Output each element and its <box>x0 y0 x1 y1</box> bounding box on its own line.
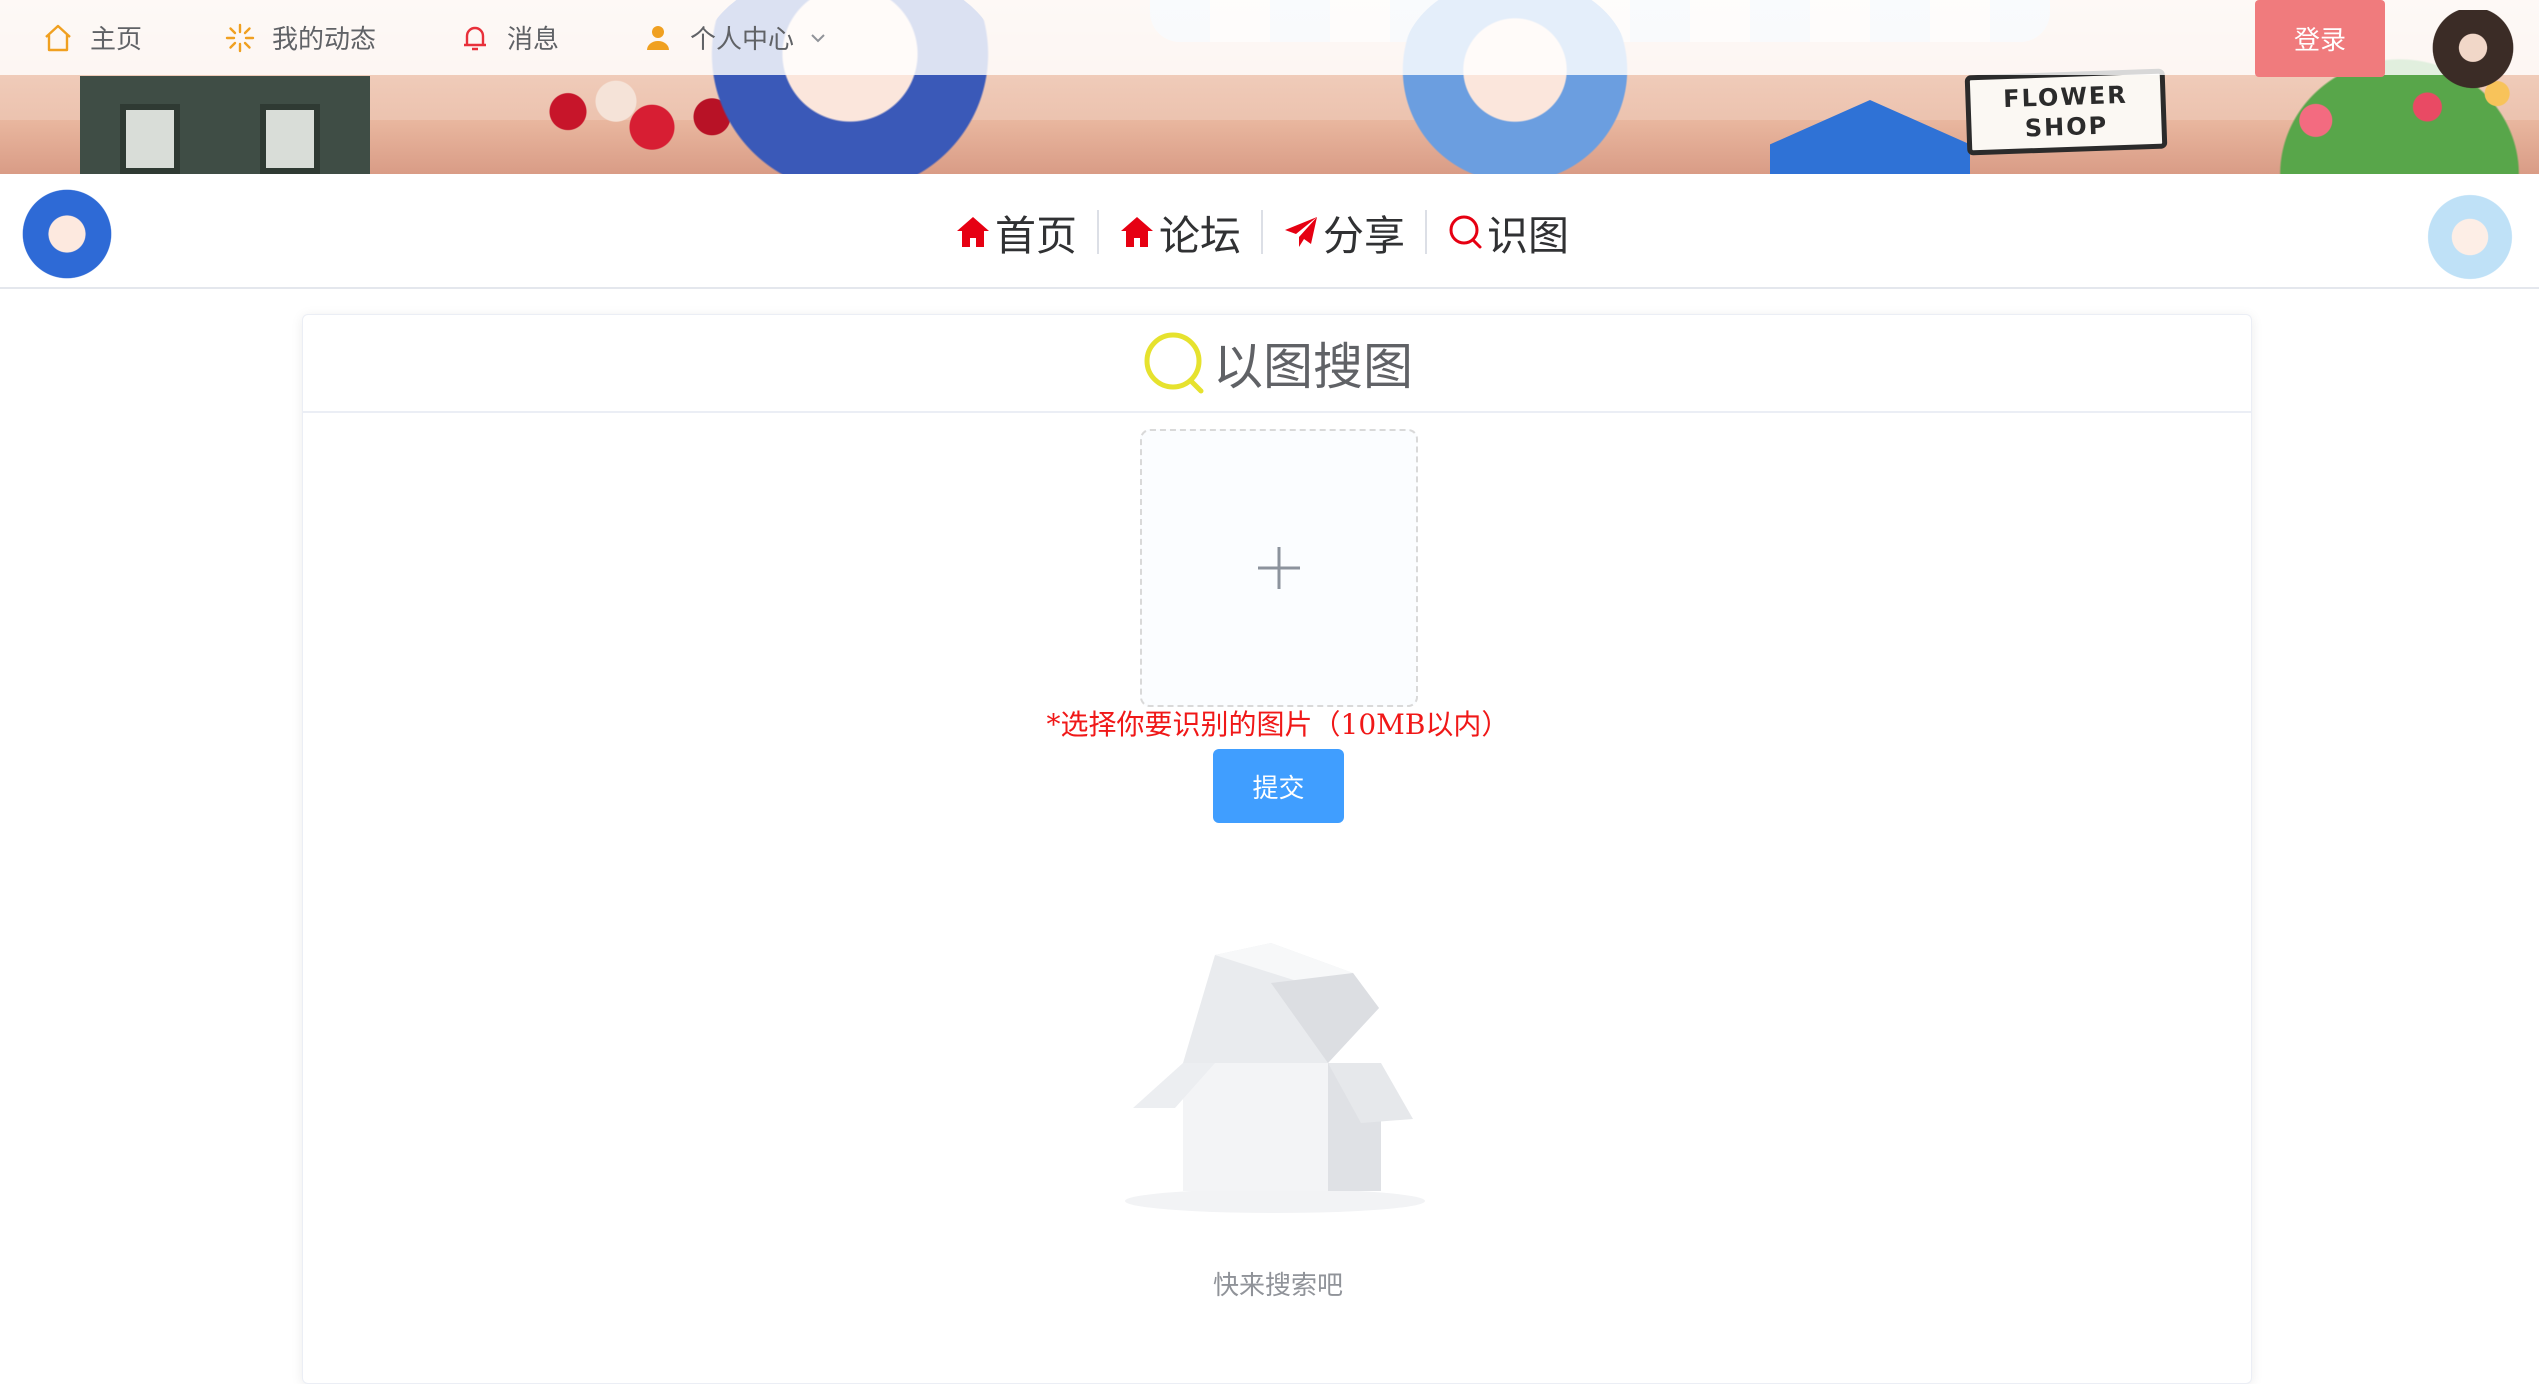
chevron-down-icon <box>811 33 825 42</box>
nav-link-share-label: 分享 <box>1323 211 1405 260</box>
page-title: 以图搜图 <box>1213 338 1413 396</box>
bell-icon <box>464 26 486 50</box>
nav-divider <box>1425 209 1427 254</box>
banner-shopfront <box>80 76 370 174</box>
plus-icon <box>1258 547 1300 589</box>
sign-line-2: SHOP <box>2024 111 2109 143</box>
search-icon <box>1144 332 1204 394</box>
user-icon <box>647 25 669 50</box>
main-nav-links: 首页 论坛 分享 识图 <box>955 174 1569 289</box>
nav-link-image-search-label: 识图 <box>1487 211 1569 260</box>
banner-window <box>120 104 180 174</box>
upload-hint: *选择你要识别的图片（10MB以内） <box>1046 708 1510 741</box>
empty-box-illustration <box>1125 943 1425 1213</box>
mascot-right <box>2420 182 2520 282</box>
topnav-user-center-label: 个人中心 <box>690 25 795 55</box>
sign-line-1: FLOWER <box>2002 80 2129 114</box>
topnav-home-label: 主页 <box>90 25 143 55</box>
nav-link-home[interactable]: 首页 <box>955 207 1077 260</box>
nav-link-image-search[interactable]: 识图 <box>1447 207 1569 260</box>
top-navigation: 主页 我的动态 消息 个人中心 <box>0 0 2539 75</box>
image-upload-box[interactable] <box>1140 429 1418 707</box>
nav-link-forum[interactable]: 论坛 <box>1119 207 1241 260</box>
topnav-home[interactable]: 主页 <box>42 0 142 75</box>
nav-link-share[interactable]: 分享 <box>1283 207 1405 260</box>
topnav-user-center[interactable]: 个人中心 <box>642 0 828 75</box>
home-icon <box>957 216 989 247</box>
nav-link-home-label: 首页 <box>995 211 1077 260</box>
paper-plane-icon <box>1285 216 1317 247</box>
topnav-activity[interactable]: 我的动态 <box>224 0 376 75</box>
image-search-card: 以图搜图 *选择你要识别的图片（10MB以内） 提交 快来搜索吧 <box>302 314 2252 1384</box>
avatar[interactable] <box>2428 10 2518 100</box>
nav-divider <box>1097 209 1099 254</box>
home-outline-icon <box>45 24 71 51</box>
sunburst-icon <box>225 23 255 52</box>
topnav-messages-label: 消息 <box>507 25 560 55</box>
submit-button[interactable]: 提交 <box>1213 749 1344 823</box>
banner-house <box>1770 100 1970 174</box>
topnav-activity-label: 我的动态 <box>272 25 377 55</box>
nav-link-forum-label: 论坛 <box>1159 211 1241 260</box>
search-icon <box>1449 215 1482 248</box>
banner-window <box>260 104 320 174</box>
topnav-messages[interactable]: 消息 <box>459 0 559 75</box>
main-navigation: 首页 论坛 分享 识图 <box>0 174 2539 289</box>
mascot-left <box>22 182 122 282</box>
empty-state-text: 快来搜索吧 <box>1212 1271 1343 1301</box>
home-icon <box>1121 216 1153 247</box>
nav-divider <box>1261 209 1263 254</box>
login-button[interactable]: 登录 <box>2255 0 2385 77</box>
flower-shop-sign: FLOWER SHOP <box>1964 68 2168 156</box>
card-header: 以图搜图 <box>303 315 2251 413</box>
